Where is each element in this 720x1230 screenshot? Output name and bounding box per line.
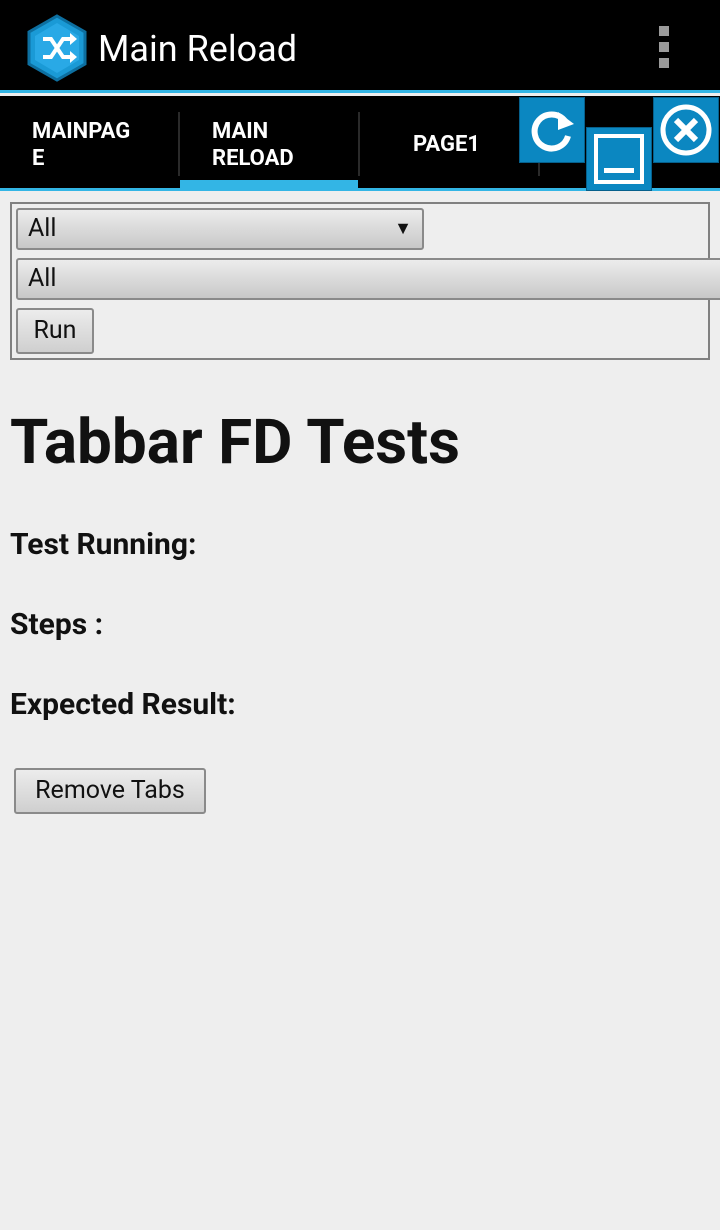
steps-label: Steps : (10, 607, 104, 642)
page-title: Tabbar FD Tests (10, 406, 460, 479)
close-icon (660, 104, 712, 156)
overflow-menu-icon[interactable] (654, 26, 674, 72)
action-bar: Main Reload (0, 0, 720, 93)
tab-label-line1: MAIN (212, 119, 269, 144)
tab-label-line2: E (32, 146, 45, 171)
close-tab-button[interactable] (653, 97, 719, 163)
expected-result-label: Expected Result: (10, 687, 236, 722)
test-controls-panel: All ▼ All Run (10, 202, 720, 360)
test-select[interactable]: All (16, 258, 720, 300)
reload-icon (531, 111, 574, 152)
minimize-button[interactable] (586, 127, 652, 191)
category-select[interactable]: All ▼ (16, 208, 424, 250)
remove-tabs-button[interactable]: Remove Tabs (14, 768, 206, 814)
minimize-icon (594, 134, 644, 184)
dropdown-arrow-icon: ▼ (394, 218, 412, 239)
tab-label-line1: MAINPAG (32, 119, 131, 144)
tab-label: PAGE1 (413, 132, 480, 157)
test-running-label: Test Running: (10, 527, 197, 562)
tab-mainpage[interactable]: MAINPAG E (0, 96, 178, 188)
app-title: Main Reload (98, 28, 298, 70)
category-select-value: All (28, 214, 57, 243)
shuffle-app-icon[interactable] (26, 14, 88, 82)
test-select-value: All (28, 264, 57, 293)
tab-page1[interactable]: PAGE1 (360, 96, 538, 188)
tab-label-line2: RELOAD (212, 146, 294, 171)
reload-button[interactable] (519, 97, 585, 163)
run-button[interactable]: Run (16, 308, 94, 354)
selected-tab-indicator (180, 180, 358, 188)
tab-main-reload[interactable]: MAIN RELOAD (180, 96, 358, 188)
